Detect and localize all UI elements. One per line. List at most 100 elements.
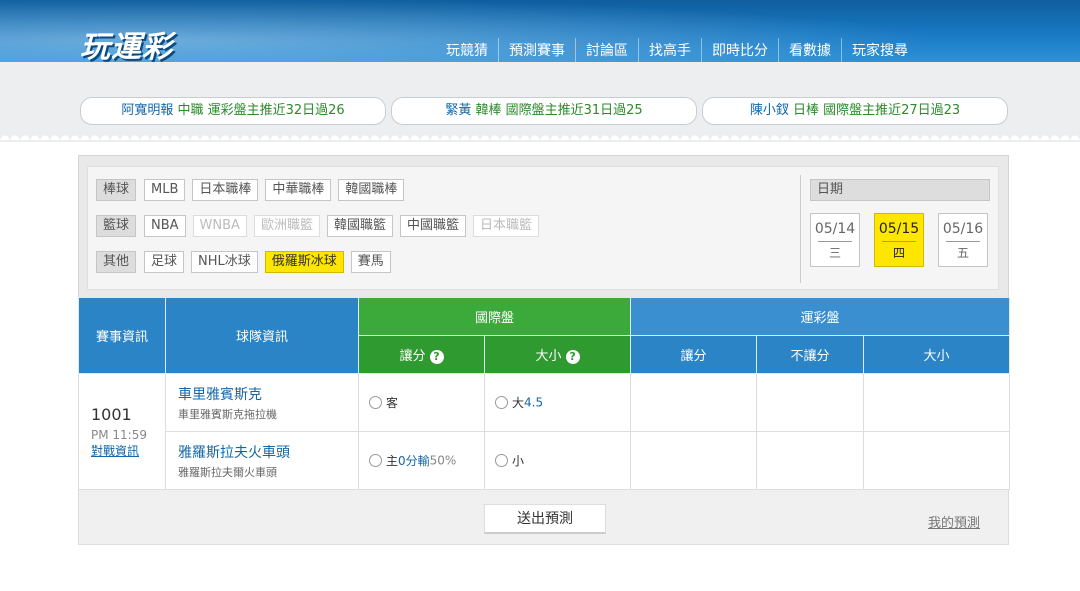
filter-chip-wnba: WNBA	[192, 215, 247, 237]
filter-chip-cba[interactable]: 中國職籃	[399, 215, 466, 237]
filter-chip-kbl[interactable]: 韓國職籃	[326, 215, 393, 237]
filter-panel-inner: 棒球 MLB 日本職棒 中華職棒 韓國職棒 籃球 NBA WNBA 歐洲職籃 韓…	[87, 166, 999, 290]
main-nav: 玩競猜 預測賽事 討論區 找高手 即時比分 看數據 玩家搜尋	[436, 38, 918, 62]
filter-chip-bleague: 日本職籃	[472, 215, 539, 237]
ticker-name: 阿寬明報	[121, 103, 174, 118]
filter-row-other: 其他 足球 NHL冰球 俄羅斯冰球 賽馬	[96, 251, 398, 273]
ticker-text: 中職 運彩盤主推近32日過26	[177, 103, 345, 118]
team-subname: 雅羅斯拉夫爾火車頭	[178, 465, 277, 479]
lottery-total-cell	[863, 431, 1011, 490]
nav-item-live-score[interactable]: 即時比分	[701, 38, 778, 62]
handicap-percent: 50%	[429, 453, 457, 468]
nav-item-forum[interactable]: 討論區	[575, 38, 638, 62]
total-value: 4.5	[524, 395, 544, 410]
team-cell-away: 車里雅賓斯克 車里雅賓斯克拖拉機	[165, 373, 359, 432]
handicap-value: 0分輸	[398, 454, 430, 468]
header-lottery-handicap: 讓分	[630, 335, 758, 374]
category-label-baseball: 棒球	[96, 179, 136, 201]
radio-button[interactable]	[495, 396, 508, 409]
date-option[interactable]: 05/16 五	[938, 213, 988, 267]
header-intl-total: 大小?	[483, 335, 632, 374]
ticker-item[interactable]: 陳小釵 日棒 國際盤主推近27日過23	[702, 97, 1008, 125]
option-label: 主	[386, 454, 399, 468]
date-value: 05/16	[942, 221, 984, 237]
filter-chip-cpbl[interactable]: 中華職棒	[265, 179, 332, 201]
ticker-name: 陳小釵	[749, 103, 789, 118]
date-option[interactable]: 05/14 三	[810, 213, 860, 267]
intl-total-over: 大4.5	[483, 373, 632, 432]
option-label: 大	[512, 396, 525, 410]
filter-chip-horse-racing[interactable]: 賽馬	[350, 251, 391, 273]
help-icon[interactable]: ?	[565, 350, 580, 364]
game-info-cell: 1001 PM 11:59 對戰資訊	[78, 373, 166, 490]
nav-item-guess[interactable]: 玩競猜	[436, 38, 498, 62]
lottery-no-handicap-cell	[756, 431, 865, 490]
submit-prediction-button[interactable]: 送出預測	[484, 504, 606, 534]
filter-chip-nba[interactable]: NBA	[144, 215, 186, 237]
radio-button[interactable]	[369, 396, 382, 409]
filter-row-basketball: 籃球 NBA WNBA 歐洲職籃 韓國職籃 中國職籃 日本職籃	[96, 215, 546, 237]
help-icon[interactable]: ?	[429, 350, 444, 364]
nav-item-stats[interactable]: 看數據	[778, 38, 841, 62]
nav-item-player-search[interactable]: 玩家搜尋	[841, 38, 918, 62]
matchup-info-link[interactable]: 對戰資訊	[91, 442, 165, 459]
prediction-table: 賽事資訊 球隊資訊 國際盤 運彩盤 讓分? 大小? 讓分 不讓分 大小 1001…	[78, 297, 1011, 490]
header-international-line: 國際盤	[357, 297, 632, 336]
date-weekday: 四	[882, 241, 916, 261]
ticker-name: 緊黃	[445, 103, 472, 118]
filter-chip-nhl[interactable]: NHL冰球	[191, 251, 258, 273]
header-sports-lottery-line: 運彩盤	[630, 297, 1011, 336]
header-game-info: 賽事資訊	[78, 297, 166, 374]
date-weekday: 三	[818, 241, 852, 261]
ticker-item[interactable]: 阿寬明報 中職 運彩盤主推近32日過26	[80, 97, 386, 125]
option-label: 客	[386, 396, 399, 410]
team-cell-home: 雅羅斯拉夫火車頭 雅羅斯拉夫爾火車頭	[165, 431, 359, 490]
lottery-total-cell	[863, 373, 1011, 432]
category-label-other: 其他	[96, 251, 136, 273]
my-predictions-link[interactable]: 我的預測	[928, 512, 980, 531]
date-weekday: 五	[946, 241, 980, 261]
intl-total-under: 小	[483, 431, 632, 490]
wave-divider	[0, 130, 1080, 140]
category-label-basketball: 籃球	[96, 215, 136, 237]
radio-button[interactable]	[495, 454, 508, 467]
team-name[interactable]: 車里雅賓斯克	[178, 384, 358, 404]
game-time: PM 11:59	[91, 427, 147, 442]
filter-chip-npb[interactable]: 日本職棒	[192, 179, 259, 201]
header-intl-handicap: 讓分?	[358, 335, 485, 374]
nav-item-predict[interactable]: 預測賽事	[498, 38, 575, 62]
table-row: 1001 PM 11:59 對戰資訊 車里雅賓斯克 車里雅賓斯克拖拉機 客 大4…	[78, 373, 1011, 490]
ticker-item[interactable]: 緊黃 韓棒 國際盤主推近31日過25	[391, 97, 697, 125]
lottery-no-handicap-cell	[756, 373, 865, 432]
action-bar: 送出預測 我的預測	[78, 489, 1009, 545]
header-label: 讓分	[399, 349, 426, 364]
intl-handicap-home: 主0分輸50%	[358, 431, 485, 490]
site-logo[interactable]: 玩運彩	[80, 22, 173, 66]
date-value: 05/14	[814, 221, 856, 237]
sport-filter-panel: 棒球 MLB 日本職棒 中華職棒 韓國職棒 籃球 NBA WNBA 歐洲職籃 韓…	[78, 155, 1009, 298]
ticker-text: 韓棒 國際盤主推近31日過25	[475, 103, 643, 118]
filter-chip-mlb[interactable]: MLB	[144, 179, 186, 201]
header-team-info: 球隊資訊	[165, 297, 359, 374]
radio-button[interactable]	[369, 454, 382, 467]
filter-chip-soccer[interactable]: 足球	[144, 251, 185, 273]
option-label: 小	[512, 454, 525, 468]
lottery-handicap-cell	[630, 431, 758, 490]
header-lottery-total: 大小	[863, 335, 1011, 374]
intl-handicap-away: 客	[358, 373, 485, 432]
date-option-selected[interactable]: 05/15 四	[874, 213, 924, 267]
filter-divider	[800, 175, 801, 283]
lottery-handicap-cell	[630, 373, 758, 432]
filter-chip-khl[interactable]: 俄羅斯冰球	[264, 251, 344, 273]
filter-row-baseball: 棒球 MLB 日本職棒 中華職棒 韓國職棒	[96, 179, 411, 201]
filter-chip-kbo[interactable]: 韓國職棒	[338, 179, 405, 201]
table-row: 雅羅斯拉夫火車頭 雅羅斯拉夫爾火車頭 主0分輸50% 小	[79, 431, 1011, 490]
team-name[interactable]: 雅羅斯拉夫火車頭	[178, 442, 358, 462]
game-id: 1001	[91, 404, 132, 424]
header-lottery-no-handicap: 不讓分	[756, 335, 865, 374]
date-label: 日期	[810, 179, 990, 201]
nav-item-experts[interactable]: 找高手	[638, 38, 701, 62]
filter-chip-euro-basketball: 歐洲職籃	[253, 215, 320, 237]
team-subname: 車里雅賓斯克拖拉機	[178, 407, 277, 421]
date-value: 05/15	[878, 221, 920, 237]
